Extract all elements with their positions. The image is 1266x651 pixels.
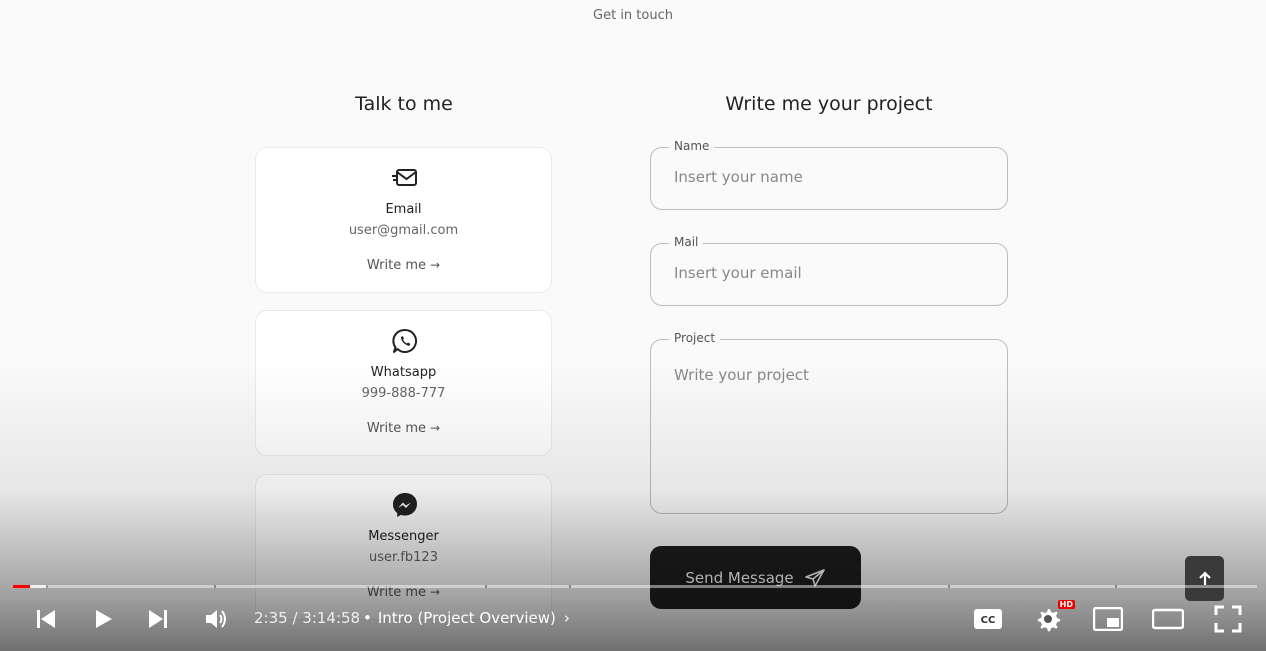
card-value: user@gmail.com [348, 223, 459, 238]
closed-captions-icon: CC [974, 609, 1002, 629]
name-input[interactable] [674, 168, 991, 186]
link-label: Write me [366, 258, 427, 273]
chapter-marker [214, 585, 216, 588]
card-value: 999-888-777 [361, 386, 446, 401]
separator-dot: • [363, 609, 372, 627]
progress-played [13, 585, 30, 588]
miniplayer-icon [1093, 607, 1123, 631]
video-progress-bar[interactable] [13, 585, 1257, 588]
chapter-marker [948, 585, 950, 588]
contact-heading: Talk to me [355, 93, 453, 115]
mail-field: Mail [650, 235, 1008, 306]
card-title: Email [385, 202, 422, 217]
play-button[interactable] [79, 595, 127, 643]
chapter-marker [485, 585, 487, 588]
previous-button[interactable] [22, 595, 70, 643]
hd-badge: HD [1057, 600, 1075, 609]
chapter-title: Intro (Project Overview) [377, 609, 556, 627]
send-message-label: Send Message [685, 568, 794, 587]
chapter-marker [569, 585, 571, 588]
form-heading: Write me your project [725, 93, 933, 115]
fullscreen-icon [1214, 605, 1242, 633]
email-icon [392, 169, 417, 186]
chevron-right-icon: › [563, 609, 570, 627]
skip-previous-icon [37, 610, 55, 628]
write-me-whatsapp-link[interactable]: Write me → [256, 421, 551, 436]
arrow-right-icon: → [430, 258, 441, 272]
messenger-icon [393, 493, 417, 517]
subtitles-button[interactable]: CC [964, 595, 1012, 643]
chapter-marker [46, 585, 48, 588]
theater-mode-icon [1152, 608, 1184, 630]
contact-card-whatsapp: Whatsapp 999-888-777 Write me → [255, 310, 552, 456]
play-icon [96, 610, 112, 628]
mail-label: Mail [669, 235, 704, 249]
link-label: Write me [366, 421, 427, 436]
chapter-title-button[interactable]: • Intro (Project Overview) › [363, 609, 570, 627]
project-textarea[interactable] [674, 366, 991, 506]
card-title: Whatsapp [370, 365, 437, 380]
name-label: Name [669, 139, 715, 153]
skip-next-icon [149, 610, 167, 628]
section-subtitle: Get in touch [593, 8, 673, 23]
mail-input[interactable] [674, 264, 991, 282]
card-title: Messenger [368, 529, 439, 544]
theater-mode-button[interactable] [1144, 595, 1192, 643]
time-display: 2:35 / 3:14:58 [254, 609, 361, 627]
player-controls: 2:35 / 3:14:58 • Intro (Project Overview)… [0, 595, 1266, 643]
svg-text:CC: CC [981, 615, 996, 626]
settings-button[interactable]: HD [1024, 595, 1075, 643]
chapter-marker [1115, 585, 1117, 588]
miniplayer-button[interactable] [1084, 595, 1132, 643]
fullscreen-button[interactable] [1204, 595, 1252, 643]
mute-button[interactable] [193, 595, 241, 643]
portfolio-contact-page: Get in touch Talk to me Write me your pr… [0, 0, 1266, 651]
project-label: Project [669, 331, 721, 345]
name-field: Name [650, 139, 1008, 210]
next-button[interactable] [134, 595, 182, 643]
contact-card-email: Email user@gmail.com Write me → [255, 147, 552, 293]
volume-icon [206, 610, 226, 628]
arrow-right-icon: → [430, 421, 441, 435]
gear-icon [1037, 609, 1061, 632]
whatsapp-icon [392, 328, 417, 353]
write-me-email-link[interactable]: Write me → [256, 258, 551, 273]
card-value: user.fb123 [369, 550, 438, 565]
project-field: Project [650, 331, 1008, 514]
